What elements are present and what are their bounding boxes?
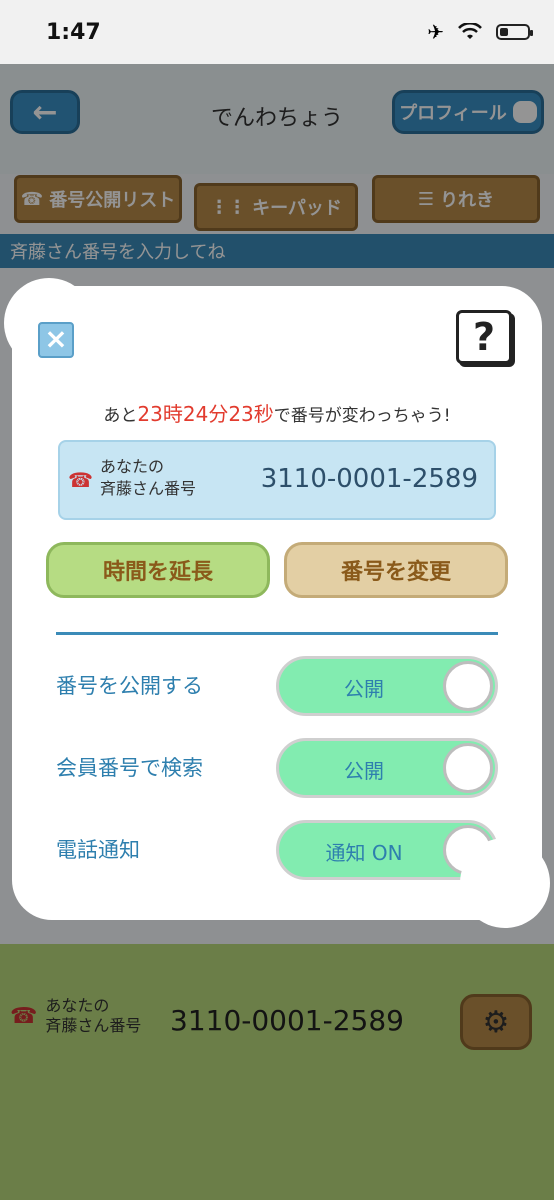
extend-time-button[interactable]: 時間を延長 <box>46 542 270 598</box>
my-number-label-line1: あなたの <box>100 457 165 476</box>
change-number-button[interactable]: 番号を変更 <box>284 542 508 598</box>
my-number-label: あなたの 斉藤さん番号 <box>100 456 196 500</box>
airplane-icon: ✈ <box>427 20 444 44</box>
battery-icon <box>496 24 533 40</box>
phone-icon: ☎ <box>68 468 93 492</box>
setting-label: 電話通知 <box>56 838 140 862</box>
help-icon: ? <box>472 315 496 359</box>
status-bar: 1:47 ✈ <box>0 0 554 64</box>
setting-row-call-notification: 電話通知 通知 ON <box>56 820 498 880</box>
my-number-label-line2: 斉藤さん番号 <box>100 479 197 498</box>
close-icon: × <box>44 322 68 355</box>
toggle-knob <box>443 661 493 711</box>
my-number-box: ☎ あなたの 斉藤さん番号 3110-0001-2589 <box>58 440 496 520</box>
countdown-minutes: 24 <box>182 402 209 426</box>
toggle-knob <box>443 825 493 875</box>
setting-label: 会員番号で検索 <box>56 756 203 780</box>
close-button[interactable]: × <box>38 322 74 358</box>
toggle-state: 公開 <box>344 677 384 701</box>
countdown-prefix: あと <box>103 406 138 426</box>
countdown-hours: 23 <box>137 402 163 426</box>
number-settings-modal: × ? あと23時24分23秒で番号が変わっちゃう! ☎ あなたの 斉藤さん番号… <box>4 278 550 928</box>
status-icons: ✈ <box>427 20 533 44</box>
countdown-seconds: 23 <box>228 402 254 426</box>
countdown-text: あと23時24分23秒で番号が変わっちゃう! <box>18 398 536 427</box>
publish-number-toggle[interactable]: 公開 <box>276 656 498 716</box>
toggle-knob <box>443 743 493 793</box>
divider <box>56 632 498 635</box>
my-phone-number: 3110-0001-2589 <box>260 464 478 494</box>
wifi-icon <box>458 23 482 39</box>
countdown-hours-unit: 時 <box>162 402 183 426</box>
setting-row-publish-number: 番号を公開する 公開 <box>56 656 498 716</box>
countdown-seconds-unit: 秒 <box>253 402 274 426</box>
member-search-toggle[interactable]: 公開 <box>276 738 498 798</box>
countdown-suffix: で番号が変わっちゃう! <box>273 406 451 426</box>
countdown-minutes-unit: 分 <box>208 402 229 426</box>
call-notification-toggle[interactable]: 通知 ON <box>276 820 498 880</box>
help-button[interactable]: ? <box>456 310 512 364</box>
toggle-state: 通知 ON <box>325 841 403 865</box>
setting-row-member-search: 会員番号で検索 公開 <box>56 738 498 798</box>
toggle-state: 公開 <box>344 759 384 783</box>
status-time: 1:47 <box>46 20 101 45</box>
setting-label: 番号を公開する <box>56 674 203 698</box>
